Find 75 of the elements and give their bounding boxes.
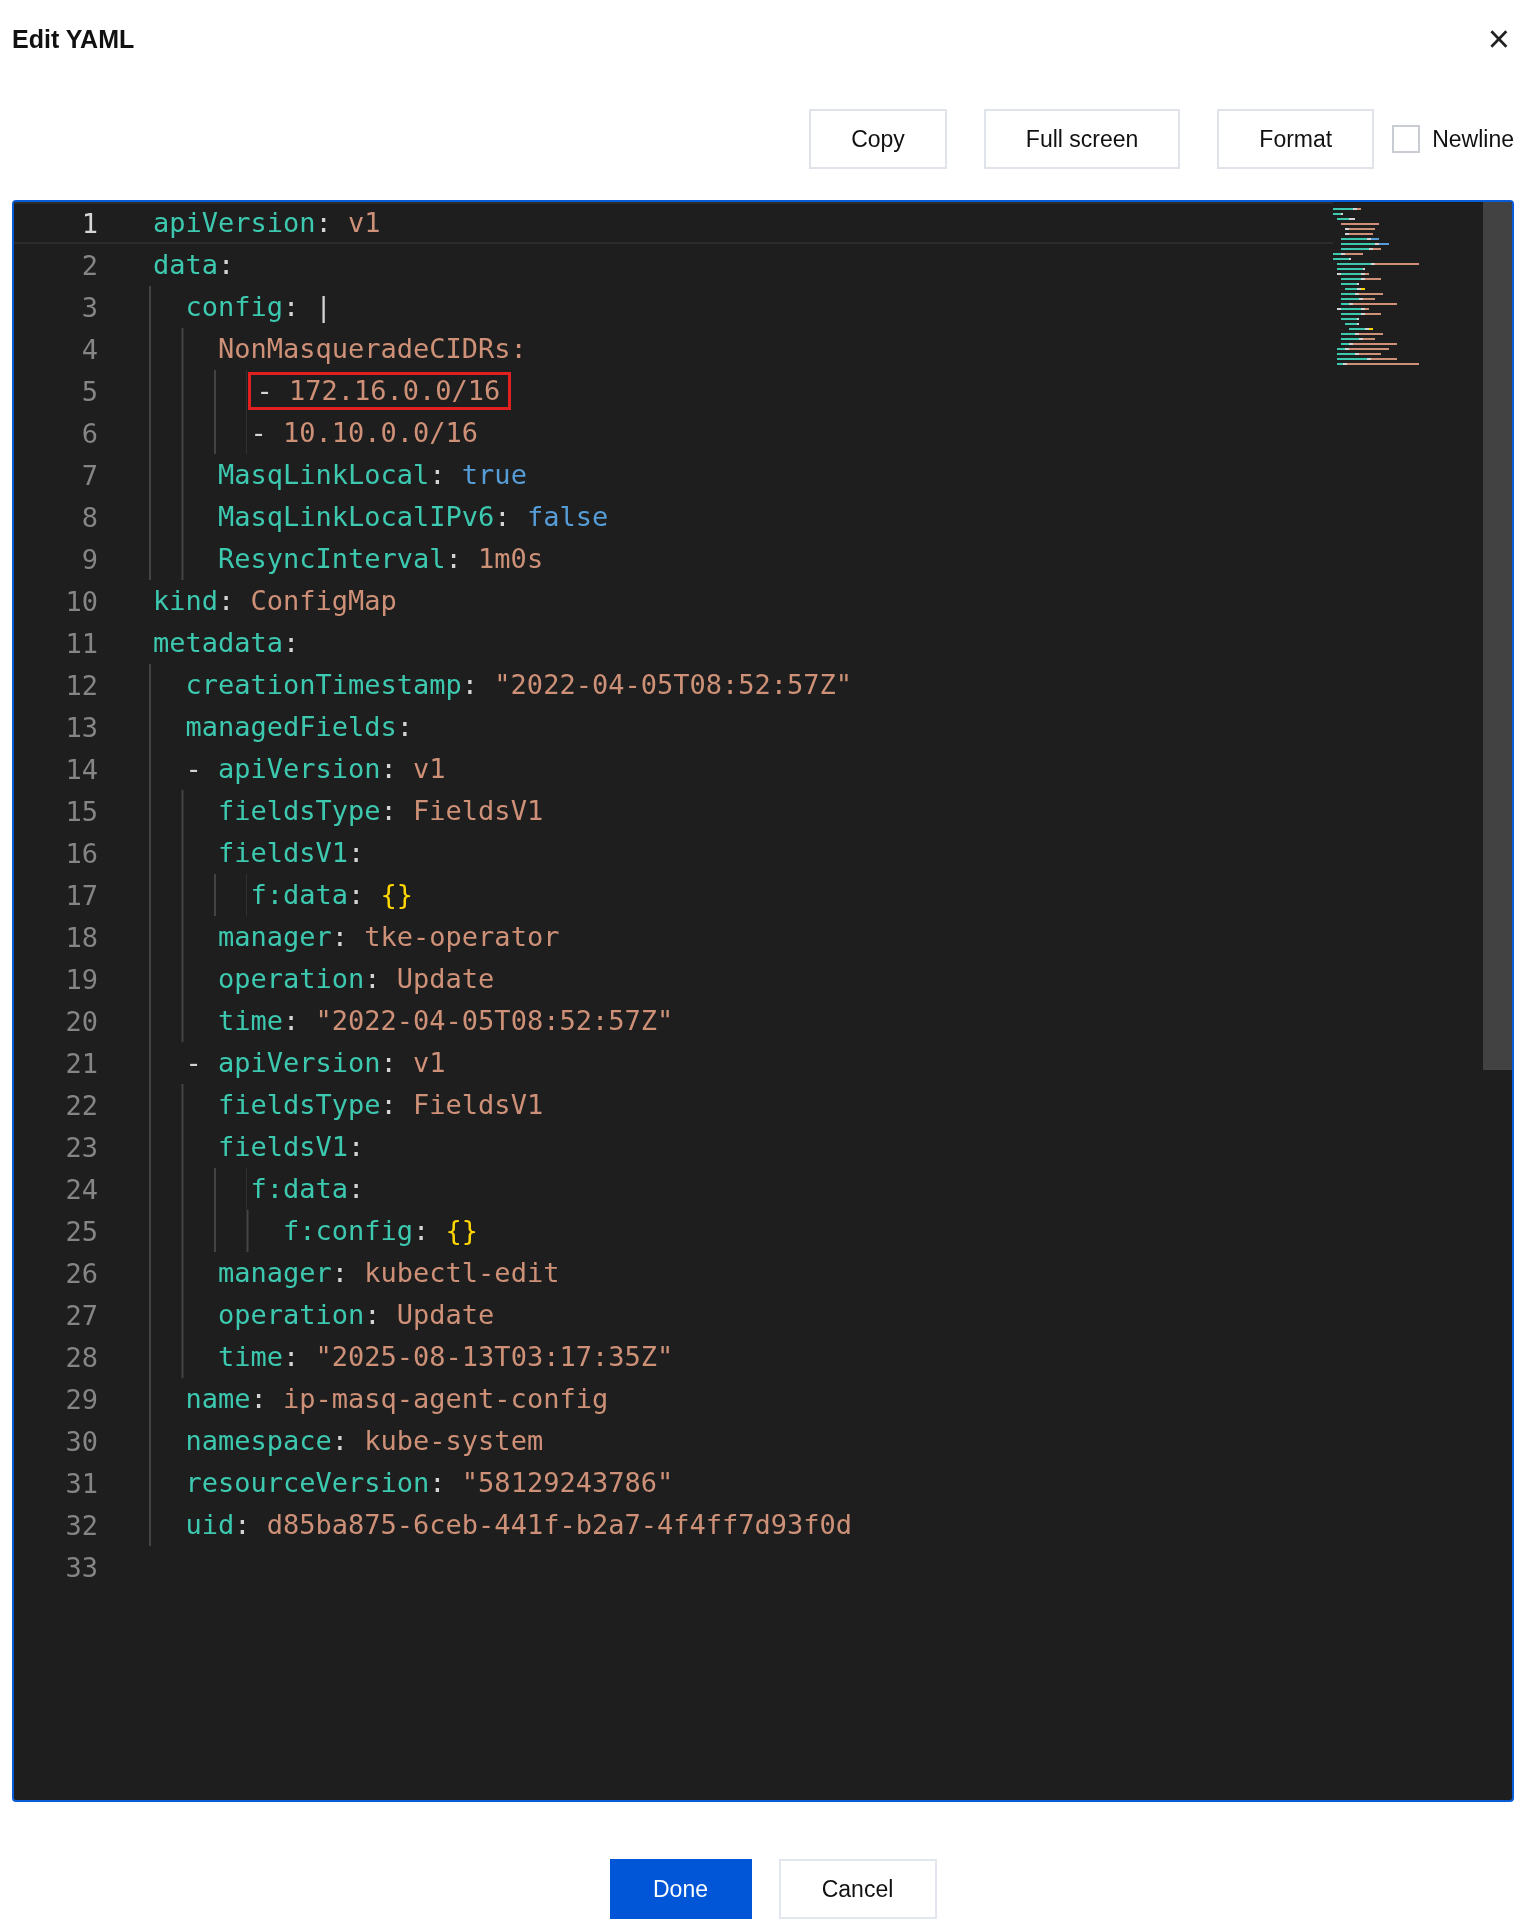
line-number: 7 [80, 459, 98, 491]
code-line: operation: Update [217, 962, 496, 996]
line-number: 28 [64, 1341, 98, 1373]
code-line: fieldsType: FieldsV1 [217, 1088, 545, 1122]
code-line: NonMasqueradeCIDRs: [217, 332, 528, 366]
line-number: 8 [80, 501, 98, 533]
line-number: 17 [64, 879, 98, 911]
line-number: 21 [64, 1047, 98, 1079]
code-line: metadata: [152, 626, 301, 660]
line-number: 3 [80, 291, 98, 323]
line-number: 22 [64, 1089, 98, 1121]
line-number: 24 [64, 1173, 98, 1205]
code-line: apiVersion: v1 [152, 206, 382, 240]
cancel-button[interactable]: Cancel [778, 1859, 937, 1919]
line-number: 10 [64, 585, 98, 617]
code-line: name: ip-masq-agent-config [184, 1382, 610, 1416]
code-line: kind: ConfigMap [152, 584, 398, 618]
line-number: 19 [64, 963, 98, 995]
line-number: 5 [80, 375, 98, 407]
code-line: creationTimestamp: "2022-04-05T08:52:57Z" [184, 668, 853, 702]
line-number: 29 [64, 1383, 98, 1415]
toolbar-button[interactable]: Full screen [983, 109, 1181, 169]
toolbar-button[interactable]: Copy [809, 109, 947, 169]
line-number: 11 [64, 627, 98, 659]
code-line: - 10.10.0.0/16 [249, 416, 480, 450]
code-line: MasqLinkLocalIPv6: false [217, 500, 610, 534]
line-number: 12 [64, 669, 98, 701]
code-editor[interactable] [12, 200, 1514, 1802]
code-line: ResyncInterval: 1m0s [217, 542, 545, 576]
code-line: MasqLinkLocal: true [217, 458, 528, 492]
line-number: 33 [64, 1551, 98, 1583]
newline-checkbox[interactable] [1392, 125, 1421, 153]
toolbar-button[interactable]: Format [1217, 109, 1375, 169]
code-line: fieldsV1: [217, 1130, 366, 1164]
line-number: 13 [64, 711, 98, 743]
line-number: 20 [64, 1005, 98, 1037]
line-number: 23 [64, 1131, 98, 1163]
code-line: f:data: [249, 1172, 366, 1206]
code-line: uid: d85ba875-6ceb-441f-b2a7-4f4ff7d93f0d [184, 1508, 853, 1542]
code-line: manager: tke-operator [217, 920, 561, 954]
code-line: namespace: kube-system [184, 1424, 545, 1458]
line-number: 9 [80, 543, 98, 575]
line-number: 25 [64, 1215, 98, 1247]
line-number: 27 [64, 1299, 98, 1331]
line-number: 32 [64, 1509, 98, 1541]
code-line: resourceVersion: "58129243786" [184, 1466, 675, 1500]
scrollbar-thumb[interactable] [1483, 202, 1512, 1070]
code-line: fieldsV1: [217, 836, 366, 870]
code-line: time: "2025-08-13T03:17:35Z" [217, 1340, 675, 1374]
code-line: operation: Update [217, 1298, 496, 1332]
line-number: 30 [64, 1425, 98, 1457]
close-button[interactable]: × [1483, 20, 1514, 58]
code-line: - apiVersion: v1 [184, 1046, 447, 1080]
code-line: managedFields: [184, 710, 415, 744]
line-number: 4 [80, 333, 98, 365]
code-line: fieldsType: FieldsV1 [217, 794, 545, 828]
code-line: config: | [184, 290, 333, 325]
line-number: 6 [80, 417, 98, 449]
line-number: 26 [64, 1257, 98, 1289]
code-line: time: "2022-04-05T08:52:57Z" [217, 1004, 675, 1038]
line-number: 1 [80, 207, 98, 239]
line-number: 31 [64, 1467, 98, 1499]
line-number: 16 [64, 837, 98, 869]
line-number: 18 [64, 921, 98, 953]
line-number: 2 [80, 249, 98, 281]
code-line: f:data: {} [249, 878, 415, 912]
done-button[interactable]: Done [609, 1859, 752, 1919]
line-number: 15 [64, 795, 98, 827]
line-number: 14 [64, 753, 98, 785]
code-line: data: [152, 248, 236, 282]
dialog-title: Edit YAML [12, 24, 135, 54]
newline-label[interactable]: Newline [1432, 125, 1514, 153]
code-line: - apiVersion: v1 [184, 752, 447, 786]
code-line: f:config: {} [282, 1214, 480, 1248]
code-line: manager: kubectl-edit [217, 1256, 561, 1290]
